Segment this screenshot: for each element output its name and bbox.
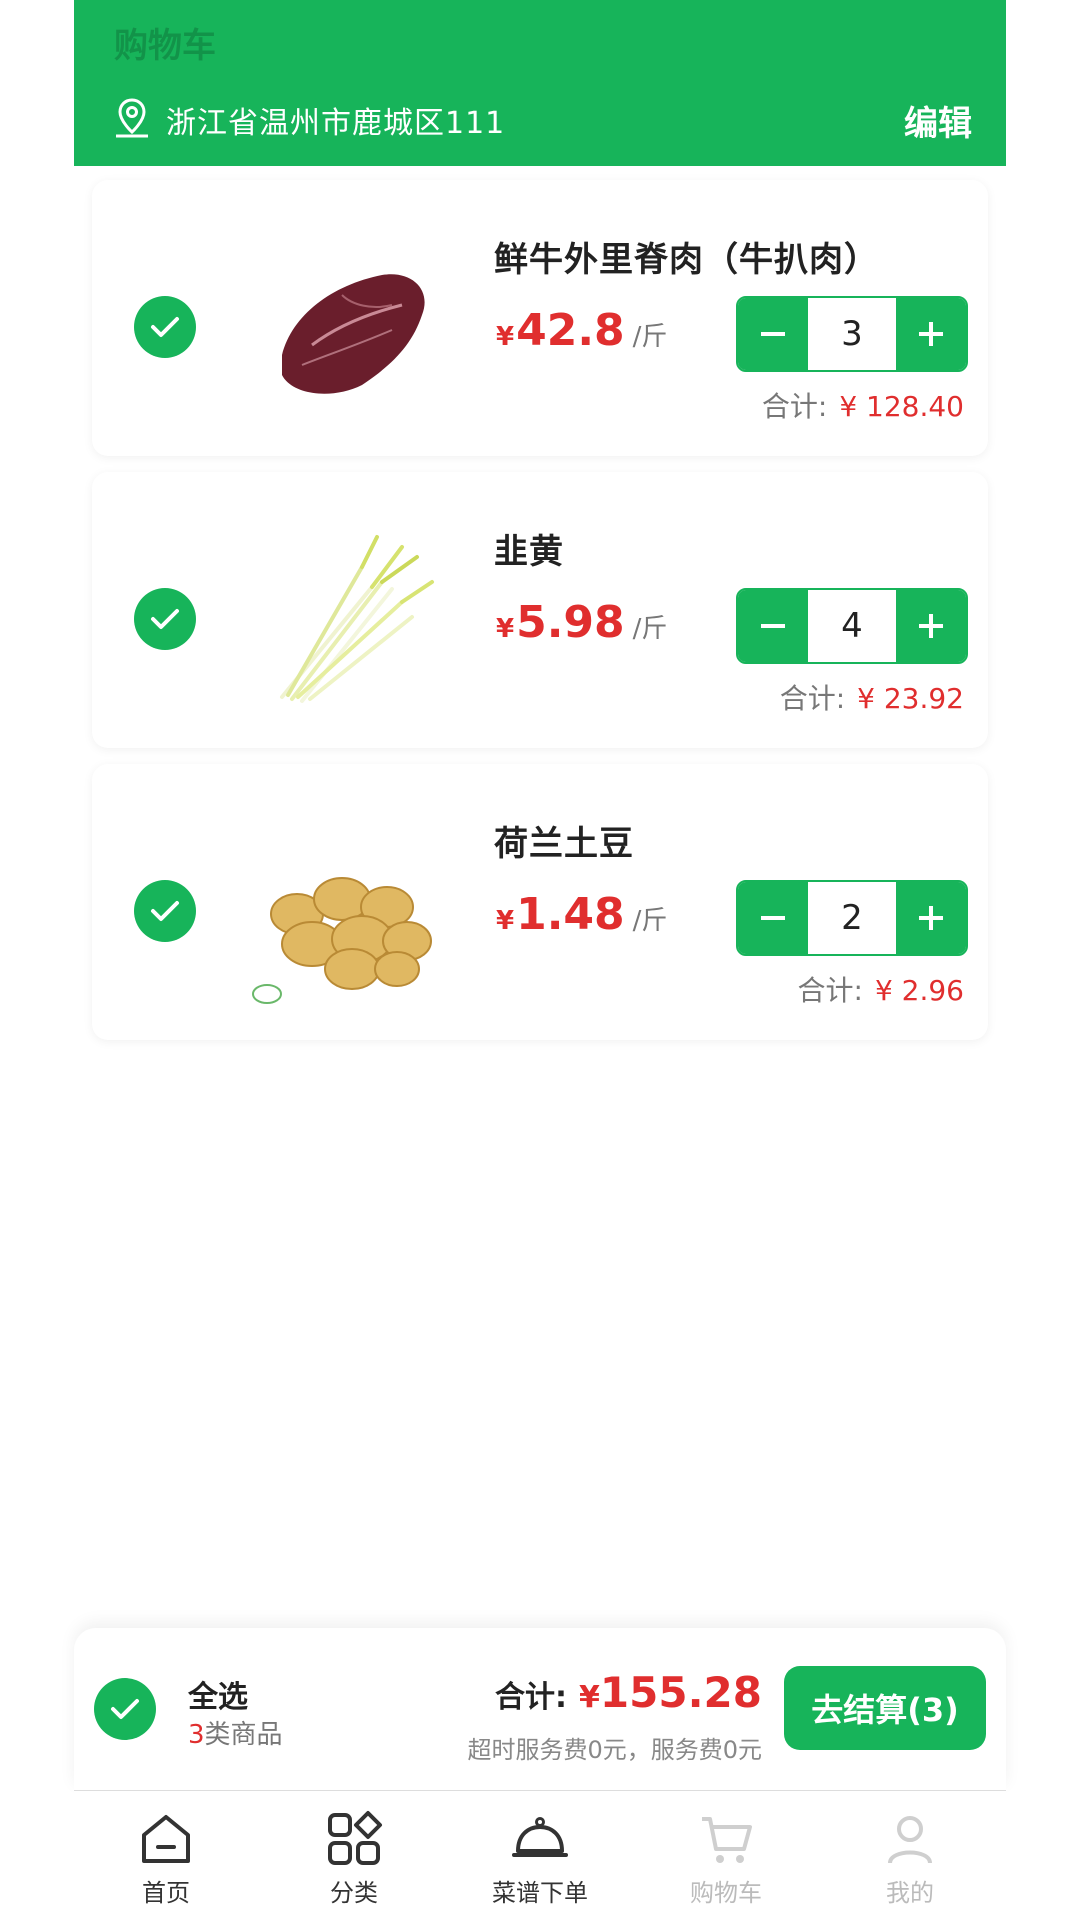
minus-icon [761, 332, 785, 336]
quantity-stepper: 3 [736, 296, 968, 372]
home-icon [142, 1815, 190, 1863]
item-checkbox[interactable] [134, 296, 196, 358]
plus-icon [919, 906, 943, 930]
plus-icon [919, 322, 943, 346]
cloche-icon [512, 1817, 568, 1857]
checkmark-icon [111, 1699, 139, 1719]
item-price: ¥5.98/斤 [496, 597, 668, 648]
leek-image [280, 535, 434, 703]
potato-image [252, 877, 432, 1004]
decrease-button[interactable] [738, 298, 808, 370]
service-fee-note: 超时服务费0元，服务费0元 [467, 1736, 762, 1764]
tab-category[interactable]: 分类 [294, 1809, 414, 1908]
increase-button[interactable] [896, 298, 966, 370]
tab-recipe-order[interactable]: 菜谱下单 [480, 1809, 600, 1908]
item-subtotal: 合计: ¥ 2.96 [797, 974, 965, 1007]
cart-item: 鲜牛外里脊肉（牛扒肉） ¥42.8/斤 3 合计: ¥ 128.40 [92, 180, 988, 456]
item-subtotal: 合计: ¥ 23.92 [779, 682, 964, 715]
checkout-button[interactable]: 去结算(3) [784, 1666, 986, 1750]
item-name: 韭黄 [494, 532, 564, 572]
select-all-checkbox[interactable] [94, 1678, 156, 1740]
quantity-input[interactable]: 4 [808, 590, 896, 662]
quantity-stepper: 4 [736, 588, 968, 664]
item-price: ¥1.48/斤 [496, 889, 668, 940]
decrease-button[interactable] [738, 882, 808, 954]
cart-icon [702, 1817, 752, 1863]
quantity-stepper: 2 [736, 880, 968, 956]
checkmark-icon [151, 609, 179, 629]
location-pin-icon[interactable] [110, 96, 154, 140]
item-subtotal: 合计: ¥ 128.40 [761, 390, 964, 423]
quantity-input[interactable]: 3 [808, 298, 896, 370]
item-price: ¥42.8/斤 [496, 305, 668, 356]
tab-bar: 首页 分类 菜谱下单 购物车 我的 [74, 1790, 1006, 1921]
minus-icon [761, 624, 785, 628]
checkmark-icon [151, 317, 179, 337]
beef-image [282, 274, 425, 394]
item-checkbox[interactable] [134, 588, 196, 650]
page-title: 购物车 [114, 26, 216, 66]
tab-cart[interactable]: 购物车 [666, 1809, 786, 1908]
tab-home[interactable]: 首页 [106, 1809, 226, 1908]
item-kinds-count: 3类商品 [188, 1720, 283, 1750]
increase-button[interactable] [896, 882, 966, 954]
header: 购物车 浙江省温州市鹿城区111 编辑 [74, 0, 1006, 166]
user-icon [888, 1816, 932, 1864]
cart-page: 购物车 浙江省温州市鹿城区111 编辑 鲜牛外里脊肉（牛扒肉） ¥42.8/斤 … [74, 0, 1006, 1921]
increase-button[interactable] [896, 590, 966, 662]
edit-button[interactable]: 编辑 [904, 96, 972, 145]
plus-icon [919, 614, 943, 638]
item-name: 鲜牛外里脊肉（牛扒肉） [494, 240, 879, 280]
item-checkbox[interactable] [134, 880, 196, 942]
delivery-address[interactable]: 浙江省温州市鹿城区111 [166, 98, 505, 142]
quantity-input[interactable]: 2 [808, 882, 896, 954]
cart-total: 合计: ¥155.28 [495, 1668, 762, 1717]
decrease-button[interactable] [738, 590, 808, 662]
select-all-label[interactable]: 全选 [188, 1672, 248, 1716]
minus-icon [761, 916, 785, 920]
cart-item: 荷兰土豆 ¥1.48/斤 2 合计: ¥ 2.96 [92, 764, 988, 1040]
category-icon [328, 1811, 382, 1865]
checkmark-icon [151, 901, 179, 921]
item-name: 荷兰土豆 [494, 824, 634, 864]
cart-item: 韭黄 ¥5.98/斤 4 合计: ¥ 23.92 [92, 472, 988, 748]
checkout-bar: 全选 3类商品 合计: ¥155.28 超时服务费0元，服务费0元 去结算(3) [74, 1628, 1006, 1790]
tab-profile[interactable]: 我的 [850, 1809, 970, 1908]
